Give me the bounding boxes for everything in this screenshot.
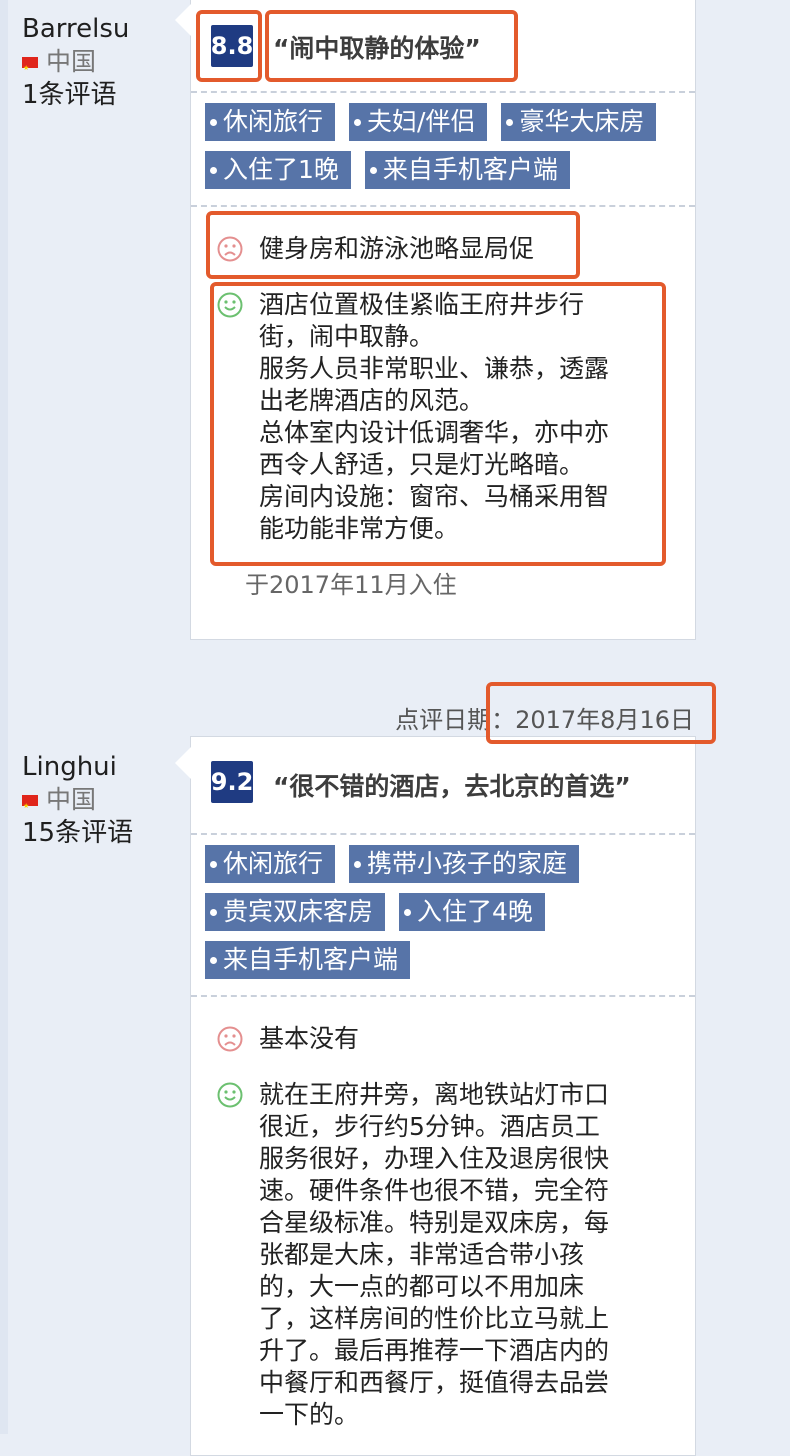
reviewer-country: 中国 <box>22 46 182 84</box>
sad-face-icon <box>217 236 243 262</box>
negative-comment: 健身房和游泳池略显局促 <box>191 233 695 265</box>
review-card: 8.8 “闹中取静的体验” 休闲旅行 夫妇/伴侣 豪华大床房 入住了1晚 来自手… <box>175 0 696 640</box>
positive-comment: 就在王府井旁，离地铁站灯市口 很近，步行约5分钟。酒店员工 服务很好，办理入住及… <box>191 1079 695 1431</box>
tag-trip-type: 休闲旅行 <box>205 103 336 141</box>
china-flag-icon <box>22 52 38 84</box>
review-date: 点评日期：2017年8月16日 <box>395 700 694 735</box>
review-date-label: 点评日期： <box>395 706 516 734</box>
reviewer-name[interactable]: Linghui <box>22 750 182 784</box>
review-score: 9.2 <box>211 761 253 803</box>
tag-trip-type: 休闲旅行 <box>205 845 336 883</box>
review-card: 9.2 “很不错的酒店，去北京的首选” 休闲旅行 携带小孩子的家庭 贵宾双床客房… <box>175 736 696 1456</box>
review-tags: 休闲旅行 夫妇/伴侣 豪华大床房 入住了1晚 来自手机客户端 <box>191 93 695 205</box>
reviewer-info: Barrelsu 中国 1条评语 <box>22 12 182 112</box>
negative-comment-text: 基本没有 <box>259 1024 360 1053</box>
reviewer-review-count[interactable]: 1条评语 <box>22 78 182 112</box>
review-date-value: 2017年8月16日 <box>515 706 694 734</box>
stay-date: 于2017年11月入住 <box>245 571 457 599</box>
country-label: 中国 <box>46 785 97 814</box>
tag-traveler-type: 携带小孩子的家庭 <box>349 845 580 883</box>
happy-face-icon <box>217 1082 243 1108</box>
review-score: 8.8 <box>211 25 253 67</box>
review-tags: 休闲旅行 携带小孩子的家庭 贵宾双床客房 入住了4晚 来自手机客户端 <box>191 835 695 995</box>
negative-comment: 基本没有 <box>191 1023 695 1055</box>
reviewer-info: Linghui 中国 15条评语 <box>22 750 182 850</box>
page-left-strip <box>0 0 8 1434</box>
tag-room-type: 豪华大床房 <box>501 103 657 141</box>
divider <box>191 995 695 997</box>
china-flag-icon <box>22 790 38 822</box>
positive-comment: 酒店位置极佳紧临王府井步行 街，闹中取静。 服务人员非常职业、谦恭，透露 出老牌… <box>191 289 695 545</box>
reviewer-review-count[interactable]: 15条评语 <box>22 816 182 850</box>
tag-device: 来自手机客户端 <box>205 941 411 979</box>
negative-comment-text: 健身房和游泳池略显局促 <box>259 234 535 263</box>
happy-face-icon <box>217 292 243 318</box>
review-title: “很不错的酒店，去北京的首选” <box>273 772 631 801</box>
divider <box>191 205 695 207</box>
review-header: 9.2 “很不错的酒店，去北京的首选” <box>191 737 695 833</box>
tag-nights: 入住了4晚 <box>399 893 545 931</box>
review-title: “闹中取静的体验” <box>273 34 481 63</box>
country-label: 中国 <box>46 47 97 76</box>
reviewer-country: 中国 <box>22 784 182 822</box>
positive-comment-text: 酒店位置极佳紧临王府井步行 街，闹中取静。 服务人员非常职业、谦恭，透露 出老牌… <box>259 290 610 543</box>
tag-room-type: 贵宾双床客房 <box>205 893 386 931</box>
review-header: 8.8 “闹中取静的体验” <box>191 0 695 91</box>
tag-traveler-type: 夫妇/伴侣 <box>349 103 488 141</box>
sad-face-icon <box>217 1026 243 1052</box>
tag-nights: 入住了1晚 <box>205 151 351 189</box>
positive-comment-text: 就在王府井旁，离地铁站灯市口 很近，步行约5分钟。酒店员工 服务很好，办理入住及… <box>259 1080 610 1429</box>
reviewer-name[interactable]: Barrelsu <box>22 12 182 46</box>
tag-device: 来自手机客户端 <box>364 151 570 189</box>
